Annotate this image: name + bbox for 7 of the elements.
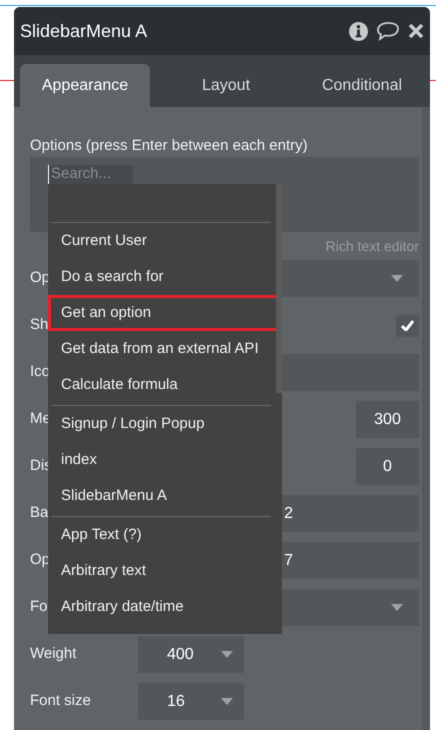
field-label: Ba bbox=[30, 503, 48, 524]
field-label: Font size bbox=[30, 691, 91, 712]
field-label: Sh bbox=[30, 315, 48, 336]
window-title: SlidebarMenu A bbox=[20, 20, 148, 42]
field-label: Weight bbox=[30, 644, 76, 664]
field-label: Options (press Enter between each entry) bbox=[30, 136, 309, 156]
field-label: Fo bbox=[30, 597, 48, 618]
